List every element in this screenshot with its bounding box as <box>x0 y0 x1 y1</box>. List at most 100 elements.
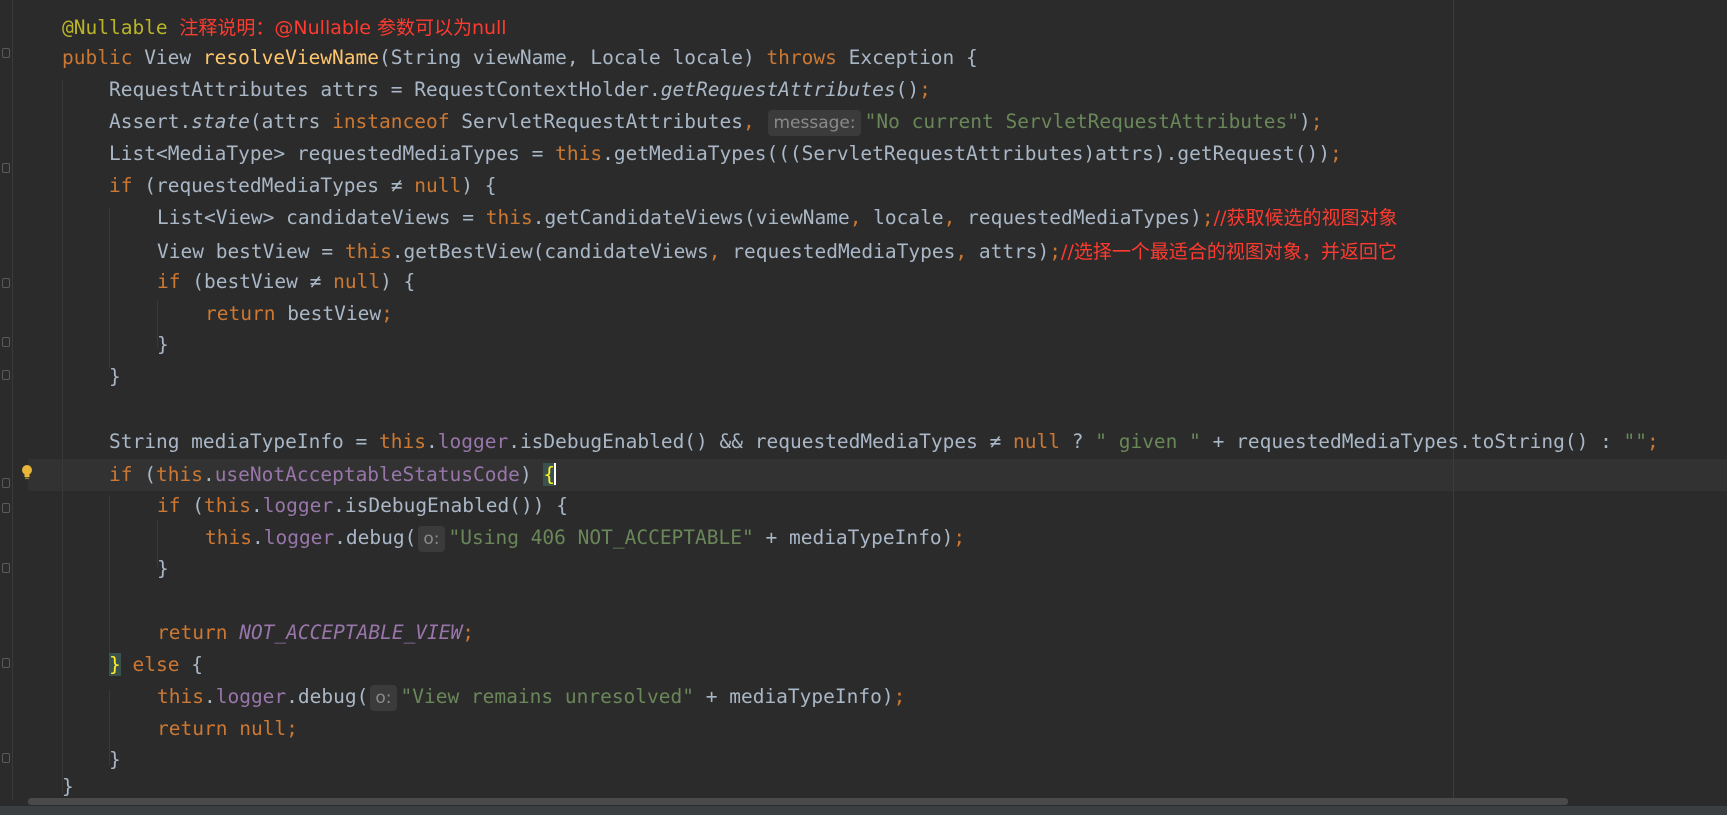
code-line-20[interactable]: return NOT_ACCEPTABLE_VIEW; <box>157 617 474 649</box>
code-line-11[interactable]: } <box>157 329 169 361</box>
code-token: bestView <box>275 302 382 325</box>
parameter-hint: o: <box>418 526 445 552</box>
code-token: () <box>895 78 920 101</box>
parameter-hint: o: <box>370 685 397 711</box>
code-line-18[interactable]: } <box>157 553 169 585</box>
keyword-return: return <box>157 621 228 644</box>
code-token: .isDebugEnabled()) { <box>333 494 568 517</box>
method-name: resolveViewName <box>202 46 380 69</box>
code-token: + requestedMediaTypes.toString() : <box>1200 430 1624 453</box>
code-token: .isDebugEnabled() && requestedMediaTypes… <box>508 430 1014 453</box>
fold-marker-icon[interactable] <box>2 658 10 668</box>
method-params: (String viewName, Locale locale) <box>379 46 767 69</box>
code-token: .debug( <box>286 685 369 708</box>
semicolon: ; <box>893 685 906 708</box>
keyword-return: return <box>157 717 228 740</box>
indent-guide <box>109 495 110 665</box>
code-token: View bestView = <box>157 240 345 263</box>
string-literal: "View remains unresolved" <box>400 685 695 708</box>
semicolon: ; <box>286 717 298 740</box>
keyword-null: null <box>239 717 287 740</box>
lightbulb-icon[interactable] <box>21 464 33 480</box>
field-logger: logger <box>262 494 334 517</box>
static-constant: NOT_ACCEPTABLE_VIEW <box>239 621 463 644</box>
static-method-call: getRequestAttributes <box>660 78 896 101</box>
code-token: (attrs <box>249 110 333 133</box>
keyword-if: if <box>157 270 181 293</box>
breadcrumb-strip <box>0 806 1727 815</box>
chinese-comment: //获取候选的视图对象 <box>1213 207 1398 229</box>
code-token: requestedMediaTypes <box>720 240 956 263</box>
comma: , <box>708 240 721 263</box>
fold-marker-icon[interactable] <box>2 503 10 513</box>
horizontal-scrollbar[interactable] <box>28 798 1568 805</box>
code-line-3[interactable]: RequestAttributes attrs = RequestContext… <box>109 74 931 106</box>
fold-marker-icon[interactable] <box>2 163 10 173</box>
code-line-23[interactable]: return null; <box>157 713 298 745</box>
keyword-this: this <box>379 430 426 453</box>
code-token: (requestedMediaTypes ≠ <box>132 174 415 197</box>
code-token: List<MediaType> requestedMediaTypes = <box>109 142 556 165</box>
code-line-21[interactable]: } else { <box>109 649 203 681</box>
code-line-22[interactable]: this.logger.debug(o: "View remains unreso… <box>157 681 905 713</box>
fold-marker-icon[interactable] <box>2 563 10 573</box>
code-token: requestedMediaTypes) <box>955 206 1202 229</box>
code-line-24[interactable]: } <box>109 744 121 776</box>
string-literal: "Using 406 NOT_ACCEPTABLE" <box>448 526 754 549</box>
code-line-5[interactable]: List<MediaType> requestedMediaTypes = th… <box>109 138 1342 170</box>
fold-marker-icon[interactable] <box>2 48 10 58</box>
code-line-17[interactable]: this.logger.debug(o: "Using 406 NOT_ACCEP… <box>205 522 965 554</box>
string-literal: "" <box>1623 430 1648 453</box>
code-line-6[interactable]: if (requestedMediaTypes ≠ null) { <box>109 170 496 202</box>
matched-brace: } <box>109 653 121 676</box>
semicolon: ; <box>1201 206 1214 229</box>
code-token: .getMediaTypes(((ServletRequestAttribute… <box>602 142 1330 165</box>
code-line-4[interactable]: Assert.state(attrs instanceof ServletReq… <box>109 106 1323 138</box>
comma: , <box>849 206 862 229</box>
code-token: . <box>202 463 215 486</box>
code-token: { <box>179 653 203 676</box>
code-line-7[interactable]: List<View> candidateViews = this.getCand… <box>157 202 1397 234</box>
code-token: . <box>203 685 216 708</box>
code-editor[interactable]: @Nullable 注释说明：@Nullable 参数可以为null publi… <box>0 0 1727 815</box>
editor-gutter[interactable] <box>0 0 28 800</box>
code-line-9[interactable]: if (bestView ≠ null) { <box>157 266 415 298</box>
code-line-25[interactable]: } <box>62 776 74 798</box>
keyword-instanceof: instanceof <box>332 110 450 133</box>
code-line-2[interactable]: public View resolveViewName(String viewN… <box>62 42 978 74</box>
fold-marker-icon[interactable] <box>2 370 10 380</box>
code-token: . <box>250 494 263 517</box>
code-line-1[interactable]: @Nullable 注释说明：@Nullable 参数可以为null <box>62 12 507 44</box>
fold-marker-icon[interactable] <box>2 278 10 288</box>
semicolon: ; <box>462 621 475 644</box>
code-line-10[interactable]: return bestView; <box>205 298 393 330</box>
code-line-16[interactable]: if (this.logger.isDebugEnabled()) { <box>157 490 568 522</box>
semicolon: ; <box>919 78 931 101</box>
code-token: List<View> candidateViews = <box>157 206 486 229</box>
keyword-throws: throws <box>766 46 837 69</box>
keyword-null: null <box>333 270 381 293</box>
fold-marker-icon[interactable] <box>2 753 10 763</box>
code-token: String mediaTypeInfo = <box>109 430 380 453</box>
keyword-if: if <box>109 174 133 197</box>
code-token: .getBestView(candidateViews <box>391 240 709 263</box>
static-method-call: state <box>191 110 250 133</box>
keyword-if: if <box>157 494 181 517</box>
indent-guide <box>62 80 63 795</box>
fold-marker-icon[interactable] <box>2 337 10 347</box>
code-token: ( <box>180 494 204 517</box>
semicolon: ; <box>953 526 966 549</box>
code-line-8[interactable]: View bestView = this.getBestView(candida… <box>157 236 1397 268</box>
code-line-15[interactable]: if (this.useNotAcceptableStatusCode) { <box>109 459 557 491</box>
code-token: .debug( <box>334 526 417 549</box>
keyword-return: return <box>205 302 276 325</box>
text-caret <box>554 463 557 485</box>
closing-brace: } <box>157 557 169 580</box>
code-line-12[interactable]: } <box>109 361 121 393</box>
code-line-14[interactable]: String mediaTypeInfo = this.logger.isDeb… <box>109 426 1659 458</box>
keyword-this: this <box>155 463 203 486</box>
fold-marker-icon[interactable] <box>2 478 10 488</box>
field-logger: logger <box>437 430 509 453</box>
